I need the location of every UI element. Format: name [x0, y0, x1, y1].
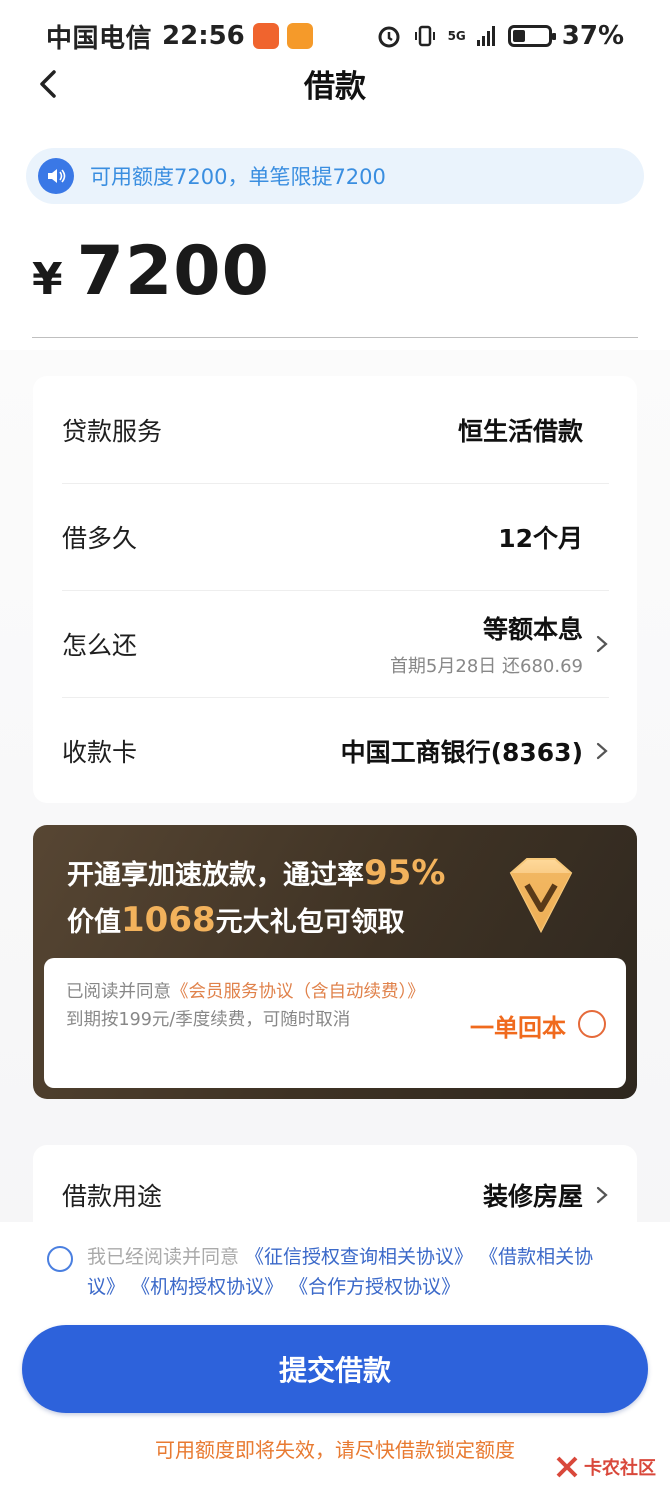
amount-divider [32, 337, 638, 338]
vip-agree-suffix: 到期按199元/季度续费，可随时取消 [66, 1010, 351, 1030]
credit-query-agreement-link[interactable]: 《征信授权查询相关协议》 [245, 1246, 473, 1268]
battery-icon [507, 25, 556, 47]
terms-prefix: 我已经阅读并同意 [87, 1246, 246, 1268]
loan-amount[interactable]: ¥ 7200 [32, 232, 270, 311]
signal-icon [476, 26, 495, 46]
receiving-card-value: 中国工商银行(8363) [340, 738, 583, 767]
alarm-icon [378, 26, 400, 48]
vip-promo-card: 开通享加速放款，通过率95% 价值1068元大礼包可领取 已阅读并同意《会员服务… [33, 825, 637, 1099]
terms-agree-radio[interactable] [47, 1246, 73, 1272]
network-type: 5G [447, 29, 466, 43]
battery-percent: 37% [561, 21, 624, 51]
chevron-right-icon [596, 635, 608, 653]
speaker-icon [38, 158, 74, 194]
watermark-logo-icon [556, 1456, 578, 1478]
row-repayment-method[interactable]: 怎么还 等额本息 首期5月28日 还680.69 [62, 590, 609, 697]
notice-text: 可用额度7200，单笔限提7200 [90, 165, 386, 189]
vip-opt-in-radio[interactable] [578, 1010, 606, 1038]
vip-headline: 开通享加速放款，通过率95% 价值1068元大礼包可领取 [67, 851, 445, 945]
row-loan-service: 贷款服务 恒生活借款 [33, 376, 637, 483]
page-title: 借款 [304, 68, 366, 105]
submit-loan-button[interactable]: 提交借款 [22, 1325, 648, 1413]
vibrate-icon [414, 25, 435, 47]
quota-notice: 可用额度7200，单笔限提7200 [26, 148, 644, 204]
currency-symbol: ¥ [32, 254, 63, 305]
row-loan-term: 借多久 12个月 [62, 483, 609, 590]
pass-rate: 95% [364, 853, 446, 893]
back-icon[interactable] [30, 64, 70, 104]
purpose-label: 借款用途 [62, 1182, 163, 1211]
membership-agreement-link[interactable]: 《会员服务协议（含自动续费）》 [171, 982, 425, 1002]
gift-value: 1068 [121, 900, 216, 940]
carrier-name: 中国电信 [46, 23, 153, 54]
vip-line1-text: 开通享加速放款，通过率 [67, 860, 364, 891]
row-receiving-card[interactable]: 收款卡 中国工商银行(8363) [62, 697, 609, 804]
repayment-value: 等额本息 首期5月28日 还680.69 [390, 610, 583, 678]
watermark-text: 卡农社区 [584, 1458, 656, 1479]
app-notification-icon [252, 23, 279, 49]
loan-term-value: 12个月 [498, 524, 583, 553]
clock: 22:56 [162, 21, 245, 51]
nav-bar: 借款 [0, 52, 670, 114]
watermark: 卡农社区 [554, 1454, 656, 1480]
loan-service-value: 恒生活借款 [457, 416, 583, 446]
terms-text: 我已经阅读并同意 《征信授权查询相关协议》 《借款相关协议》 《机构授权协议》 … [87, 1242, 627, 1302]
vip-agreement-box: 已阅读并同意《会员服务协议（含自动续费）》 到期按199元/季度续费，可随时取消… [44, 958, 626, 1088]
purpose-value: 装修房屋 [482, 1182, 583, 1211]
vip-agree-prefix: 已阅读并同意 [66, 982, 171, 1002]
vip-cta-label[interactable]: 一单回本 [470, 1008, 566, 1043]
loan-details-card: 贷款服务 恒生活借款 借多久 12个月 怎么还 等额本息 首期5月28日 还68… [33, 376, 637, 803]
repayment-label: 怎么还 [62, 631, 138, 660]
receiving-card-label: 收款卡 [62, 738, 138, 767]
amount-value: 7200 [76, 232, 270, 311]
vip-diamond-icon [509, 858, 573, 934]
vip-line2-suffix: 元大礼包可领取 [215, 907, 405, 938]
status-icons: 5G 37% [376, 21, 624, 51]
chevron-right-icon [596, 1186, 608, 1204]
institution-agreement-link[interactable]: 《机构授权协议》 [131, 1276, 283, 1298]
loan-term-label: 借多久 [62, 524, 138, 553]
vip-line2-prefix: 价值 [67, 907, 121, 938]
vip-agreement-text: 已阅读并同意《会员服务协议（含自动续费）》 到期按199元/季度续费，可随时取消 [66, 978, 446, 1034]
heart-app-icon [286, 23, 313, 49]
partner-agreement-link[interactable]: 《合作方授权协议》 [289, 1276, 460, 1298]
repayment-method: 等额本息 [482, 615, 583, 644]
bottom-panel: 我已经阅读并同意 《征信授权查询相关协议》 《借款相关协议》 《机构授权协议》 … [0, 1222, 670, 1500]
loan-service-label: 贷款服务 [62, 416, 163, 446]
chevron-right-icon [596, 742, 608, 760]
first-payment-info: 首期5月28日 还680.69 [389, 656, 583, 677]
